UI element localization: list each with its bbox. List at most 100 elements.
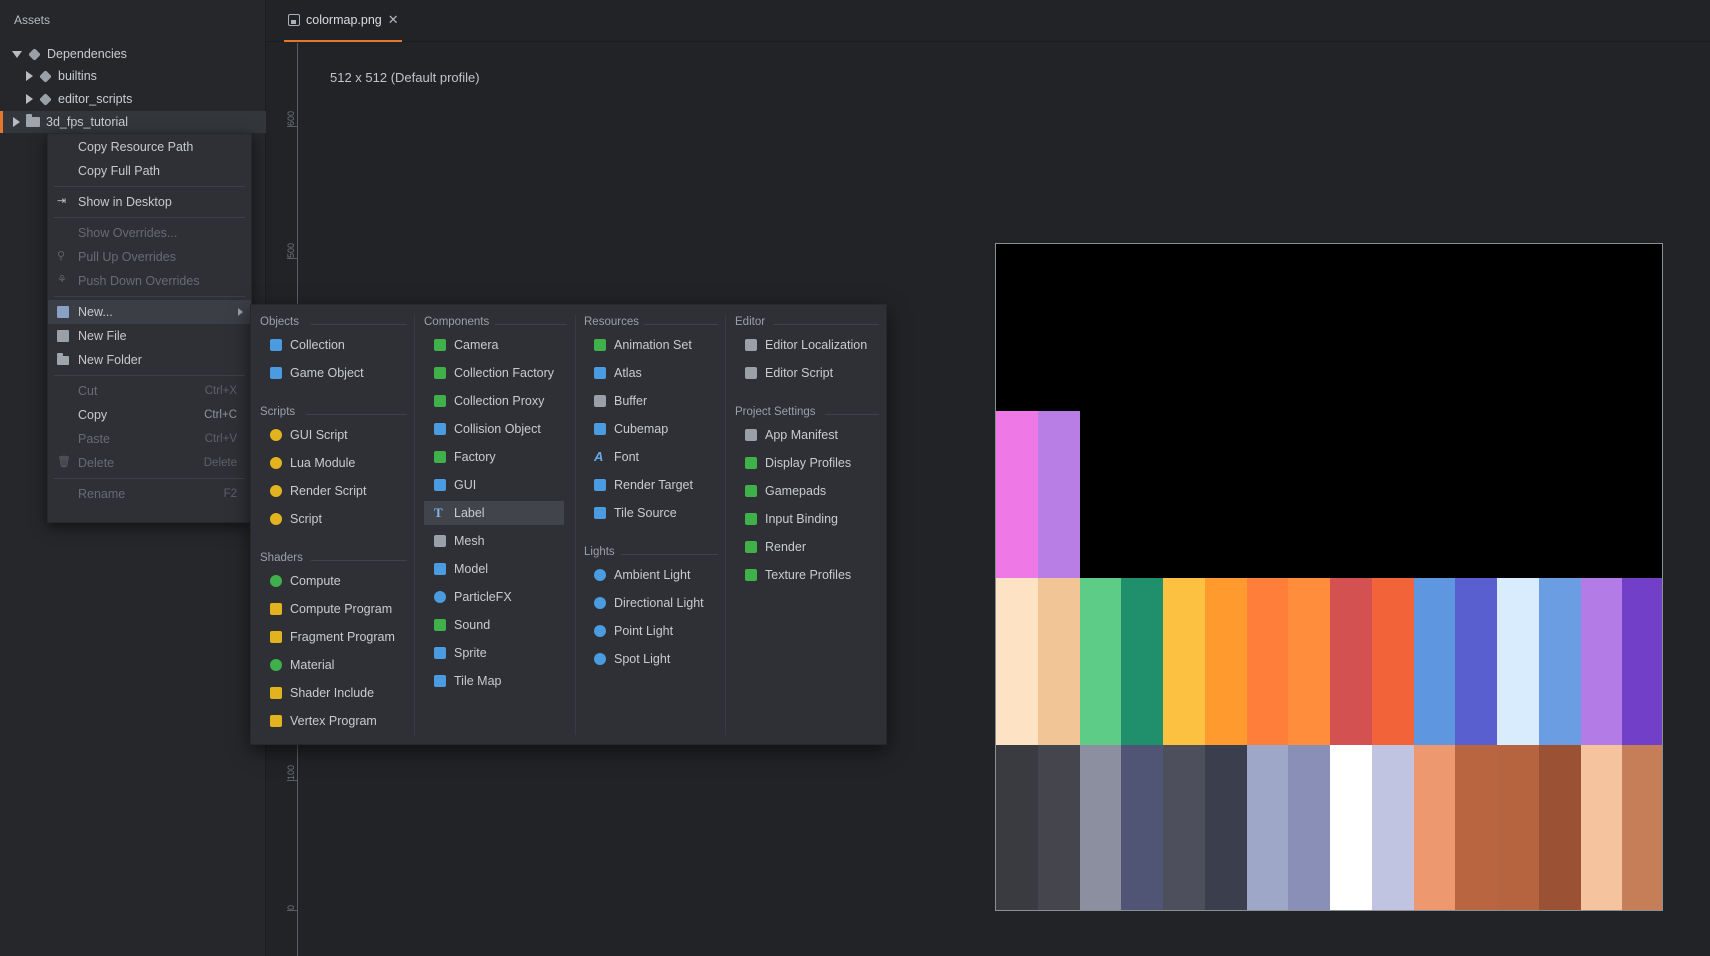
menu-new-folder[interactable]: New Folder: [48, 348, 251, 372]
new-atlas[interactable]: Atlas: [584, 361, 718, 385]
material-icon: [270, 659, 282, 671]
menu-item-label: Sprite: [454, 646, 487, 660]
document-icon: [270, 687, 282, 699]
new-gui[interactable]: GUI: [424, 473, 564, 497]
new-compute[interactable]: Compute: [260, 569, 406, 593]
menu-cut[interactable]: Cut Ctrl+X: [48, 379, 251, 403]
new-game-object[interactable]: Game Object: [260, 361, 406, 385]
new-shader-include[interactable]: Shader Include: [260, 681, 406, 705]
new-sprite[interactable]: Sprite: [424, 641, 564, 665]
section-heading-lights: Lights: [584, 546, 615, 558]
new-script[interactable]: Script: [260, 507, 406, 531]
colormap-row: [996, 411, 1662, 578]
chevron-down-icon[interactable]: [12, 50, 22, 58]
new-buffer[interactable]: Buffer: [584, 389, 718, 413]
ruler-label: 500: [286, 242, 296, 258]
menu-copy[interactable]: Copy Ctrl+C: [48, 403, 251, 427]
menu-new[interactable]: New...: [48, 300, 251, 324]
menu-new-file[interactable]: New File: [48, 324, 251, 348]
menu-item-label: Copy: [78, 408, 108, 422]
new-input-binding[interactable]: Input Binding: [735, 507, 881, 531]
new-mesh[interactable]: Mesh: [424, 529, 564, 553]
menu-item-label: Render Target: [614, 478, 693, 492]
new-collection[interactable]: Collection: [260, 333, 406, 357]
new-material[interactable]: Material: [260, 653, 406, 677]
menu-item-label: Mesh: [454, 534, 485, 548]
new-label[interactable]: T Label: [424, 501, 564, 525]
section-heading-scripts: Scripts: [260, 406, 296, 418]
model-icon: [434, 563, 446, 575]
menu-rename[interactable]: Rename F2: [48, 482, 251, 506]
chevron-right-icon[interactable]: [13, 117, 20, 127]
new-gamepads[interactable]: Gamepads: [735, 479, 881, 503]
menu-item-label: Vertex Program: [290, 714, 377, 728]
new-sound[interactable]: Sound: [424, 613, 564, 637]
new-texture-profiles[interactable]: Texture Profiles: [735, 563, 881, 587]
new-tile-map[interactable]: Tile Map: [424, 669, 564, 693]
menu-item-label: Editor Script: [765, 366, 834, 380]
new-model[interactable]: Model: [424, 557, 564, 581]
new-collection-proxy[interactable]: Collection Proxy: [424, 389, 564, 413]
menu-copy-resource-path[interactable]: Copy Resource Path: [48, 135, 251, 159]
ruler-label: 100: [286, 764, 296, 780]
new-camera[interactable]: Camera: [424, 333, 564, 357]
new-cubemap[interactable]: Cubemap: [584, 417, 718, 441]
tile-map-icon: [434, 675, 446, 687]
menu-push-down-overrides[interactable]: ⚘ Push Down Overrides: [48, 269, 251, 293]
tree-item-builtins[interactable]: builtins: [0, 65, 266, 87]
menu-paste[interactable]: Paste Ctrl+V: [48, 427, 251, 451]
atlas-icon: [594, 367, 606, 379]
tab-colormap[interactable]: colormap.png ✕: [284, 0, 402, 42]
new-directional-light[interactable]: Directional Light: [584, 591, 718, 615]
new-compute-program[interactable]: Compute Program: [260, 597, 406, 621]
puzzle-icon: [39, 70, 52, 83]
new-editor-script[interactable]: Editor Script: [735, 361, 881, 385]
new-editor-localization[interactable]: Editor Localization: [735, 333, 881, 357]
tree-item-3d-fps-tutorial[interactable]: 3d_fps_tutorial: [0, 111, 266, 133]
colormap-swatch: [1330, 745, 1372, 910]
new-render[interactable]: Render: [735, 535, 881, 559]
label-text-icon: T: [434, 505, 443, 520]
menu-show-overrides[interactable]: Show Overrides...: [48, 221, 251, 245]
chevron-right-icon[interactable]: [26, 94, 33, 104]
new-spot-light[interactable]: Spot Light: [584, 647, 718, 671]
colormap-swatch: [1622, 745, 1662, 910]
menu-item-label: Compute: [290, 574, 341, 588]
section-rule: [306, 414, 407, 415]
colormap-preview[interactable]: [995, 243, 1663, 911]
new-render-script[interactable]: Render Script: [260, 479, 406, 503]
show-in-desktop-icon: ⇥: [57, 195, 67, 207]
new-animation-set[interactable]: Animation Set: [584, 333, 718, 357]
new-fragment-program[interactable]: Fragment Program: [260, 625, 406, 649]
new-font[interactable]: A Font: [584, 445, 718, 469]
menu-show-in-desktop[interactable]: ⇥ Show in Desktop: [48, 190, 251, 214]
sprite-icon: [434, 647, 446, 659]
new-tile-source[interactable]: Tile Source: [584, 501, 718, 525]
gear-icon: [270, 429, 282, 441]
menu-item-label: Display Profiles: [765, 456, 852, 470]
new-lua-module[interactable]: Lua Module: [260, 451, 406, 475]
close-icon[interactable]: ✕: [388, 12, 399, 28]
new-collection-factory[interactable]: Collection Factory: [424, 361, 564, 385]
menu-copy-full-path[interactable]: Copy Full Path: [48, 159, 251, 183]
tree-item-editor-scripts[interactable]: editor_scripts: [0, 88, 266, 110]
menu-item-label: Lua Module: [290, 456, 356, 470]
new-factory[interactable]: Factory: [424, 445, 564, 469]
new-collision-object[interactable]: Collision Object: [424, 417, 564, 441]
new-app-manifest[interactable]: App Manifest: [735, 423, 881, 447]
new-vertex-program[interactable]: Vertex Program: [260, 709, 406, 733]
menu-pull-up-overrides[interactable]: ⚲ Pull Up Overrides: [48, 245, 251, 269]
new-display-profiles[interactable]: Display Profiles: [735, 451, 881, 475]
menu-delete[interactable]: 🗑 Delete Delete: [48, 451, 251, 475]
chevron-right-icon[interactable]: [26, 71, 33, 81]
new-particlefx[interactable]: ParticleFX: [424, 585, 564, 609]
new-ambient-light[interactable]: Ambient Light: [584, 563, 718, 587]
particle-icon: [434, 591, 446, 603]
new-render-target[interactable]: Render Target: [584, 473, 718, 497]
tree-item-dependencies[interactable]: Dependencies: [0, 43, 266, 65]
menu-item-label: Delete: [78, 456, 115, 470]
game-object-icon: [270, 367, 282, 379]
new-point-light[interactable]: Point Light: [584, 619, 718, 643]
image-info: 512 x 512 (Default profile): [330, 70, 480, 85]
new-gui-script[interactable]: GUI Script: [260, 423, 406, 447]
